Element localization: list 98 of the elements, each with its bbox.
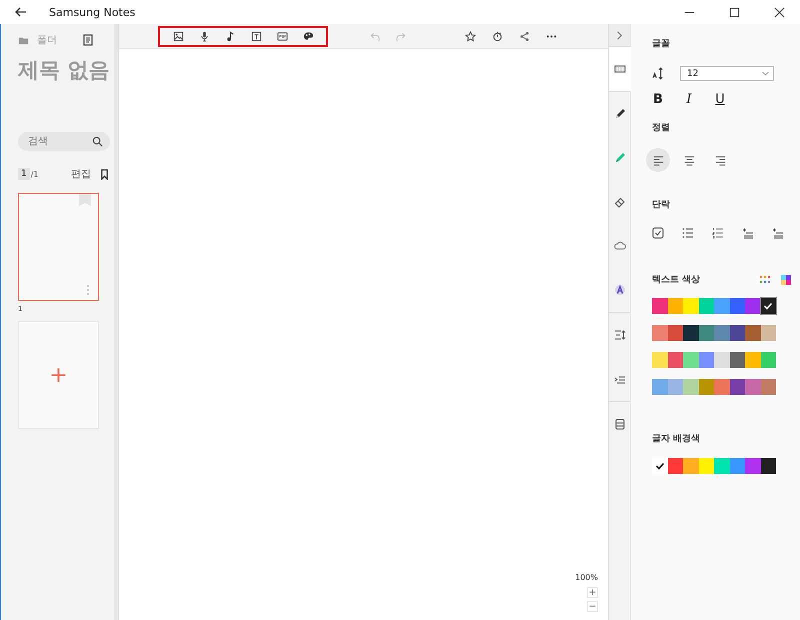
align-right-icon (714, 154, 726, 166)
back-icon[interactable] (14, 6, 26, 18)
page-counter: 1 (18, 168, 30, 180)
color-swatch[interactable] (668, 298, 683, 314)
color-swatch[interactable] (683, 298, 698, 314)
line-spacing-icon (614, 329, 626, 341)
image-icon[interactable] (172, 30, 184, 42)
page-total: /1 (30, 170, 40, 178)
share-icon[interactable] (519, 30, 530, 42)
color-swatch[interactable] (745, 352, 760, 368)
font-size-icon (652, 67, 665, 80)
color-swatch[interactable] (698, 298, 714, 314)
letter-a-icon (614, 284, 626, 296)
color-swatch[interactable] (730, 352, 745, 368)
zoom-in-button[interactable]: + (587, 587, 598, 598)
section-heading: 정렬 (652, 122, 671, 134)
color-swatch[interactable] (652, 325, 668, 341)
color-swatch[interactable] (668, 325, 683, 341)
bookmark-icon[interactable] (99, 168, 110, 180)
color-swatch[interactable] (730, 298, 745, 314)
page-thumbnail[interactable] (18, 193, 99, 301)
color-swatch[interactable] (760, 298, 776, 314)
text-style-button[interactable]: U (714, 92, 726, 107)
add-line-icon[interactable] (772, 227, 784, 239)
color-swatch[interactable] (714, 298, 730, 314)
search-icon[interactable] (92, 136, 103, 147)
palette-icon[interactable] (302, 30, 314, 42)
color-swatch[interactable] (683, 458, 698, 474)
zoom-out-button[interactable]: − (587, 601, 598, 612)
color-swatch[interactable] (714, 379, 730, 395)
color-picker-icon[interactable] (780, 274, 792, 286)
indent-icon[interactable] (742, 227, 754, 239)
color-swatch[interactable] (652, 298, 668, 314)
numbered-list-icon[interactable] (712, 227, 724, 239)
cloud-icon (614, 240, 626, 252)
maximize-icon[interactable] (729, 6, 740, 18)
page-icon (614, 418, 626, 430)
timer-icon[interactable] (492, 30, 503, 42)
color-swatch[interactable] (668, 379, 683, 395)
color-swatch[interactable] (730, 379, 745, 395)
font-size-dropdown[interactable]: 12 (680, 66, 774, 81)
text-box-icon[interactable] (250, 30, 262, 42)
section-heading: 단락 (652, 199, 671, 211)
color-swatch[interactable] (698, 352, 714, 368)
color-swatch[interactable] (652, 458, 668, 474)
bullet-list-icon[interactable] (682, 227, 694, 239)
window-title: Samsung Notes (49, 6, 136, 18)
color-swatch[interactable] (683, 325, 698, 341)
color-swatch[interactable] (745, 298, 760, 314)
color-swatch[interactable] (698, 325, 714, 341)
color-swatch[interactable] (668, 352, 683, 368)
section-heading: 글자 배경색 (652, 433, 702, 445)
color-swatch[interactable] (745, 379, 760, 395)
color-swatch[interactable] (714, 352, 730, 368)
color-swatch[interactable] (652, 379, 668, 395)
color-swatch[interactable] (683, 352, 698, 368)
star-icon[interactable] (465, 30, 476, 42)
checkbox-icon[interactable] (652, 227, 664, 239)
search-field[interactable]: 검색 (18, 132, 110, 151)
color-swatch[interactable] (760, 458, 776, 474)
color-swatch[interactable] (652, 352, 668, 368)
text-style-button[interactable]: B (652, 92, 664, 107)
section-heading: 텍스트 색상 (652, 274, 702, 286)
color-swatch[interactable] (745, 325, 760, 341)
music-note-icon[interactable] (224, 30, 236, 42)
edit-link[interactable]: 편집 (71, 167, 91, 181)
zoom-level: 100% (575, 573, 598, 582)
eraser-icon (614, 196, 626, 208)
color-swatch[interactable] (760, 379, 776, 395)
color-swatch[interactable] (668, 458, 683, 474)
section-heading: 글꼴 (652, 38, 671, 50)
microphone-icon[interactable] (198, 30, 210, 42)
color-swatch[interactable] (760, 352, 776, 368)
note-icon[interactable] (82, 34, 94, 46)
bookmark-ribbon-icon (79, 194, 91, 206)
color-dots-icon[interactable] (759, 274, 771, 286)
highlighter-icon (614, 152, 626, 164)
keyboard-icon (614, 63, 626, 75)
color-swatch[interactable] (745, 458, 760, 474)
color-swatch[interactable] (714, 325, 730, 341)
color-swatch[interactable] (760, 325, 776, 341)
note-title: 제목 없음 (18, 57, 110, 84)
pen-icon (614, 108, 626, 120)
color-swatch[interactable] (698, 458, 714, 474)
color-swatch[interactable] (698, 379, 714, 395)
pdf-icon[interactable] (276, 30, 288, 42)
align-left-icon (652, 154, 664, 166)
color-swatch[interactable] (683, 379, 698, 395)
close-icon[interactable] (774, 6, 785, 18)
color-swatch[interactable] (714, 458, 730, 474)
collapse-button[interactable] (609, 24, 630, 47)
keyboard-tool[interactable] (609, 47, 631, 91)
caret-icon (761, 69, 770, 78)
align-center-icon (684, 154, 694, 166)
color-swatch[interactable] (730, 458, 745, 474)
alignment-button[interactable] (646, 148, 670, 172)
text-style-button[interactable]: I (683, 92, 695, 107)
color-swatch[interactable] (730, 325, 745, 341)
